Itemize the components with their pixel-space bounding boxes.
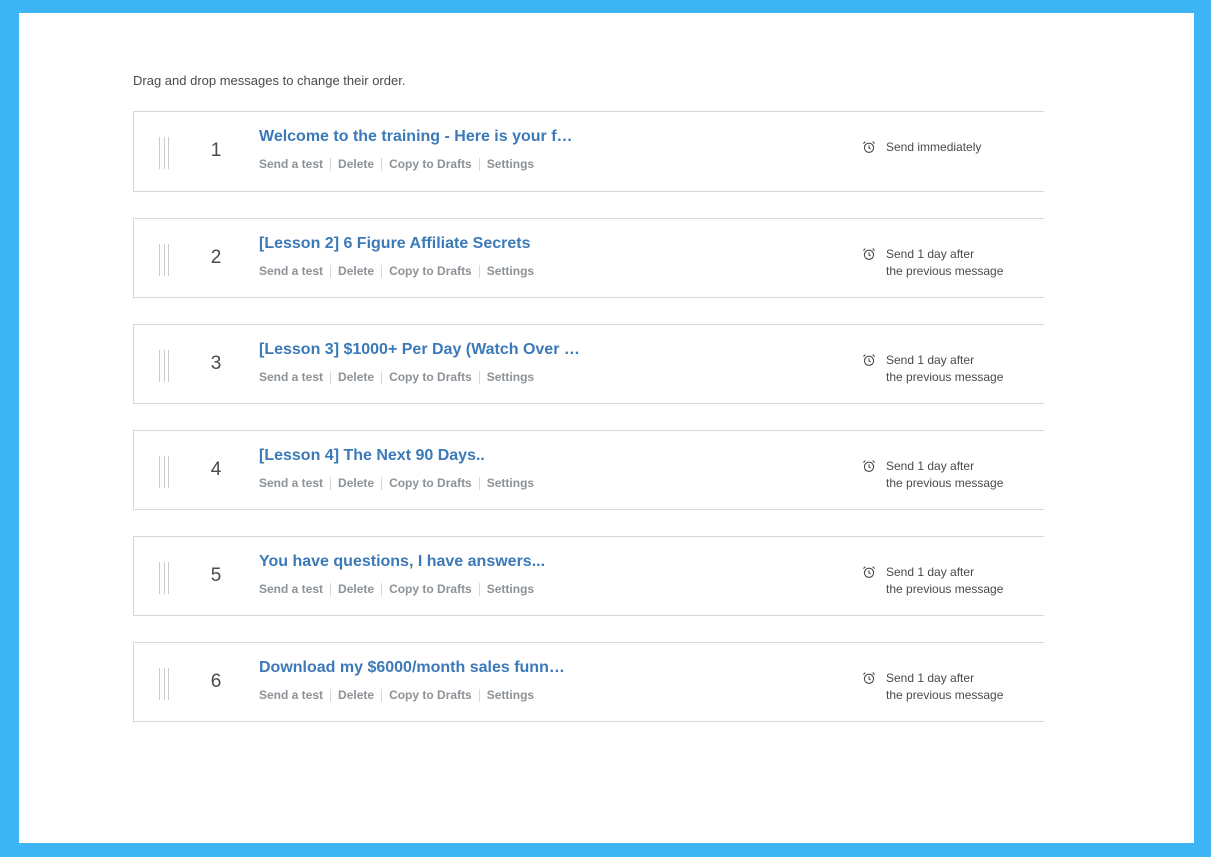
message-card[interactable]: 5 You have questions, I have answers... …	[133, 536, 1044, 616]
divider	[381, 688, 383, 702]
message-card[interactable]: 4 [Lesson 4] The Next 90 Days.. Send a t…	[133, 430, 1044, 510]
divider	[381, 582, 383, 596]
message-actions: Send a test Delete Copy to Drafts Settin…	[259, 157, 534, 171]
message-number: 3	[210, 353, 222, 374]
send-test-link[interactable]: Send a test	[259, 157, 323, 171]
schedule-line-1: Send 1 day after	[886, 671, 975, 685]
message-title-link[interactable]: [Lesson 2] 6 Figure Affiliate Secrets	[259, 235, 530, 253]
schedule-line-2: the previous message	[886, 688, 1004, 702]
copy-to-drafts-link[interactable]: Copy to Drafts	[389, 688, 472, 702]
divider	[381, 370, 383, 384]
copy-to-drafts-link[interactable]: Copy to Drafts	[389, 582, 472, 596]
divider	[330, 476, 332, 490]
schedule-info: Send immediately	[862, 139, 981, 156]
divider	[478, 157, 480, 171]
delete-link[interactable]: Delete	[338, 370, 374, 384]
divider	[381, 264, 383, 278]
drag-handle-icon[interactable]	[159, 562, 169, 594]
copy-to-drafts-link[interactable]: Copy to Drafts	[389, 370, 472, 384]
message-title-link[interactable]: Download my $6000/month sales funn…	[259, 659, 565, 677]
divider	[478, 688, 480, 702]
divider	[478, 370, 480, 384]
send-test-link[interactable]: Send a test	[259, 264, 323, 278]
message-list: 1 Welcome to the training - Here is your…	[133, 111, 1044, 748]
schedule-line-1: Send immediately	[886, 140, 982, 154]
message-card[interactable]: 6 Download my $6000/month sales funn… Se…	[133, 642, 1044, 722]
send-test-link[interactable]: Send a test	[259, 582, 323, 596]
alarm-clock-icon	[863, 354, 875, 366]
main-panel: Drag and drop messages to change their o…	[19, 13, 1194, 843]
alarm-clock-icon	[863, 141, 875, 153]
message-title-link[interactable]: [Lesson 4] The Next 90 Days..	[259, 447, 485, 465]
schedule-info: Send 1 day after the previous message	[862, 458, 1003, 492]
settings-link[interactable]: Settings	[487, 157, 534, 171]
copy-to-drafts-link[interactable]: Copy to Drafts	[389, 476, 472, 490]
message-card[interactable]: 1 Welcome to the training - Here is your…	[133, 111, 1044, 192]
alarm-clock-icon	[863, 460, 875, 472]
settings-link[interactable]: Settings	[487, 370, 534, 384]
schedule-info: Send 1 day after the previous message	[862, 670, 1003, 704]
send-test-link[interactable]: Send a test	[259, 476, 323, 490]
message-title-link[interactable]: [Lesson 3] $1000+ Per Day (Watch Over …	[259, 341, 580, 359]
drag-handle-icon[interactable]	[159, 350, 169, 382]
send-test-link[interactable]: Send a test	[259, 688, 323, 702]
schedule-line-1: Send 1 day after	[886, 353, 975, 367]
settings-link[interactable]: Settings	[487, 476, 534, 490]
schedule-line-2: the previous message	[886, 476, 1004, 490]
send-test-link[interactable]: Send a test	[259, 370, 323, 384]
message-actions: Send a test Delete Copy to Drafts Settin…	[259, 370, 534, 384]
divider	[381, 157, 383, 171]
alarm-clock-icon	[863, 566, 875, 578]
divider	[330, 370, 332, 384]
drag-handle-icon[interactable]	[159, 668, 169, 700]
message-number: 4	[210, 459, 222, 480]
drag-handle-icon[interactable]	[159, 244, 169, 276]
divider	[478, 264, 480, 278]
settings-link[interactable]: Settings	[487, 264, 534, 278]
delete-link[interactable]: Delete	[338, 157, 374, 171]
message-actions: Send a test Delete Copy to Drafts Settin…	[259, 264, 534, 278]
divider	[330, 157, 332, 171]
message-title-link[interactable]: You have questions, I have answers...	[259, 553, 545, 571]
message-card[interactable]: 2 [Lesson 2] 6 Figure Affiliate Secrets …	[133, 218, 1044, 298]
message-number: 6	[210, 671, 222, 692]
divider	[330, 264, 332, 278]
schedule-info: Send 1 day after the previous message	[862, 564, 1003, 598]
divider	[478, 476, 480, 490]
delete-link[interactable]: Delete	[338, 476, 374, 490]
schedule-line-2: the previous message	[886, 370, 1004, 384]
divider	[330, 688, 332, 702]
message-actions: Send a test Delete Copy to Drafts Settin…	[259, 688, 534, 702]
alarm-clock-icon	[863, 248, 875, 260]
settings-link[interactable]: Settings	[487, 688, 534, 702]
divider	[330, 582, 332, 596]
message-title-link[interactable]: Welcome to the training - Here is your f…	[259, 128, 573, 146]
drag-handle-icon[interactable]	[159, 456, 169, 488]
divider	[381, 476, 383, 490]
drag-handle-icon[interactable]	[159, 137, 169, 169]
message-actions: Send a test Delete Copy to Drafts Settin…	[259, 476, 534, 490]
message-actions: Send a test Delete Copy to Drafts Settin…	[259, 582, 534, 596]
message-number: 5	[210, 565, 222, 586]
copy-to-drafts-link[interactable]: Copy to Drafts	[389, 157, 472, 171]
delete-link[interactable]: Delete	[338, 264, 374, 278]
delete-link[interactable]: Delete	[338, 582, 374, 596]
delete-link[interactable]: Delete	[338, 688, 374, 702]
instructions-text: Drag and drop messages to change their o…	[133, 73, 406, 88]
schedule-info: Send 1 day after the previous message	[862, 352, 1003, 386]
divider	[478, 582, 480, 596]
schedule-line-2: the previous message	[886, 582, 1004, 596]
schedule-line-1: Send 1 day after	[886, 247, 975, 261]
schedule-line-1: Send 1 day after	[886, 565, 975, 579]
schedule-line-1: Send 1 day after	[886, 459, 975, 473]
settings-link[interactable]: Settings	[487, 582, 534, 596]
schedule-line-2: the previous message	[886, 264, 1004, 278]
schedule-info: Send 1 day after the previous message	[862, 246, 1003, 280]
copy-to-drafts-link[interactable]: Copy to Drafts	[389, 264, 472, 278]
message-card[interactable]: 3 [Lesson 3] $1000+ Per Day (Watch Over …	[133, 324, 1044, 404]
message-number: 1	[210, 140, 222, 161]
message-number: 2	[210, 247, 222, 268]
alarm-clock-icon	[863, 672, 875, 684]
